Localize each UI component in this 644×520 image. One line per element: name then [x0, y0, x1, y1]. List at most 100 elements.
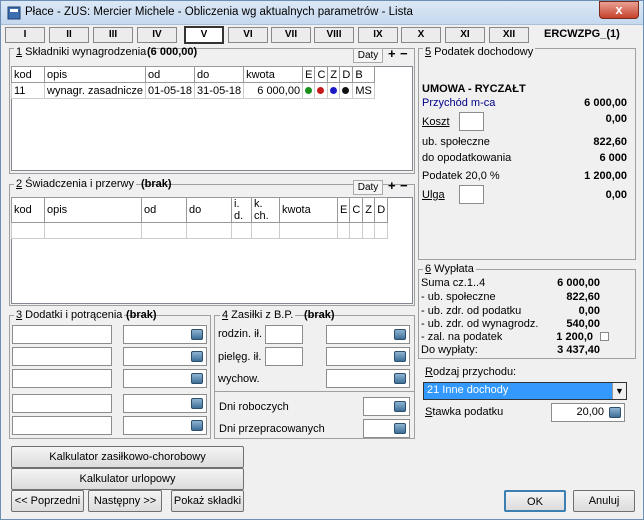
add-row-icon[interactable]: +: [388, 46, 396, 61]
potracenie-value-2[interactable]: [123, 416, 207, 435]
stawka-field[interactable]: 20,00: [551, 403, 625, 422]
daty-button-2[interactable]: Daty: [353, 180, 383, 195]
remove-row-icon[interactable]: −: [400, 46, 408, 61]
col-kod-2: kod: [11, 197, 45, 223]
table-row[interactable]: 11 wynagr. zasadnicze 01-05-18 31-05-18 …: [11, 82, 375, 99]
cell-kwota: 6 000,00: [243, 82, 304, 99]
col-kwota-2: kwota: [279, 197, 338, 223]
section-4-header: 4 Zasiłki z B.P.: [220, 309, 296, 321]
swiadczenia-table: kod opis od do i. d. k. ch. kwota E C Z …: [11, 197, 389, 239]
cancel-button[interactable]: Anuluj: [573, 490, 635, 512]
close-button[interactable]: x: [599, 1, 639, 19]
previous-button[interactable]: << Poprzedni: [11, 490, 84, 512]
col-b: B: [352, 66, 375, 83]
do-opodatkowania-value: 6 000: [599, 152, 627, 164]
pokaz-skladki-button[interactable]: Pokaż składki: [171, 490, 244, 512]
ok-button[interactable]: OK: [504, 490, 566, 512]
wychow-value[interactable]: [326, 369, 410, 388]
section-2-total: (brak): [141, 178, 172, 190]
tab-ii[interactable]: II: [49, 27, 89, 43]
ub-spol-label: - ub. społeczne: [421, 291, 496, 303]
rodzaj-przychodu-select[interactable]: 21 Inne dochody ▼: [423, 382, 627, 400]
dodatek-name-2[interactable]: [12, 347, 112, 366]
cell-c: [314, 82, 329, 99]
kalkulator-zasilkowy-button[interactable]: Kalkulator zasiłkowo-chorobowy: [11, 446, 244, 468]
do-wyplaty-label: Do wypłaty:: [421, 344, 478, 356]
pieleg-field[interactable]: [265, 347, 303, 366]
daty-button[interactable]: Daty: [353, 48, 383, 63]
zdr-podatku-label: - ub. zdr. od podatku: [421, 305, 522, 317]
koszt-label: Koszt: [422, 116, 450, 128]
cell-z: [327, 82, 341, 99]
remove-row-icon-2[interactable]: −: [400, 178, 408, 193]
cell-do: 31-05-18: [194, 82, 245, 99]
dni-przepracowanych-field[interactable]: [363, 419, 410, 438]
col-kwota: kwota: [243, 66, 304, 83]
dodatek-name-1[interactable]: [12, 325, 112, 344]
podatek-label: Podatek 20,0 %: [422, 170, 500, 182]
window: Płace - ZUS: Mercier Michele - Obliczeni…: [0, 0, 644, 520]
dodatek-value-1[interactable]: [123, 325, 207, 344]
tab-vii[interactable]: VII: [271, 27, 311, 43]
spoleczne-label: ub. społeczne: [422, 136, 490, 148]
pieleg-label: pielęg. ił.: [218, 351, 262, 363]
kalkulator-urlopowy-button[interactable]: Kalkulator urlopowy: [11, 468, 244, 490]
rodzin-field[interactable]: [265, 325, 303, 344]
calculator-icon[interactable]: [394, 401, 406, 412]
do-wyplaty-value: 3 437,40: [557, 344, 600, 356]
calculator-icon[interactable]: [394, 373, 406, 384]
calculator-icon[interactable]: [191, 420, 203, 431]
zdr-wynagrodz-value: 540,00: [566, 318, 600, 330]
wychow-label: wychow.: [218, 373, 260, 385]
tab-xii[interactable]: XII: [489, 27, 529, 43]
calculator-icon[interactable]: [394, 351, 406, 362]
stawka-value: 20,00: [576, 406, 604, 418]
tab-v[interactable]: V: [184, 26, 224, 44]
tab-ix[interactable]: IX: [358, 27, 398, 43]
rodzin-value[interactable]: [326, 325, 410, 344]
title-bar: Płace - ZUS: Mercier Michele - Obliczeni…: [1, 1, 643, 25]
calculator-icon[interactable]: [394, 329, 406, 340]
col-opis: opis: [44, 66, 146, 83]
chevron-down-icon[interactable]: ▼: [612, 383, 626, 399]
dni-roboczych-field[interactable]: [363, 397, 410, 416]
add-row-icon-2[interactable]: +: [388, 178, 396, 193]
col-e: E: [302, 66, 316, 83]
col-kod: kod: [11, 66, 45, 83]
umowa-label: UMOWA - RYCZAŁT: [422, 83, 526, 95]
dodatek-value-2[interactable]: [123, 347, 207, 366]
koszt-field[interactable]: [459, 112, 484, 131]
section-2-header: 2 Świadczenia i przerwy: [14, 178, 136, 190]
calculator-icon[interactable]: [394, 423, 406, 434]
col-d-2: D: [374, 197, 389, 223]
do-opodatkowania-label: do opodatkowania: [422, 152, 512, 164]
table-row-empty[interactable]: [11, 222, 389, 239]
col-z: Z: [327, 66, 341, 83]
calculator-icon[interactable]: [191, 398, 203, 409]
potracenie-value-1[interactable]: [123, 394, 207, 413]
tab-iii[interactable]: III: [93, 27, 133, 43]
tab-vi[interactable]: VI: [228, 27, 268, 43]
dodatek-value-3[interactable]: [123, 369, 207, 388]
calculator-icon[interactable]: [191, 351, 203, 362]
col-c-2: C: [349, 197, 364, 223]
ulga-field[interactable]: [459, 185, 484, 204]
section-6-header: 6 Wypłata: [423, 263, 476, 275]
potracenie-name-2[interactable]: [12, 416, 112, 435]
zal-checkbox[interactable]: [600, 332, 609, 341]
app-icon: [7, 6, 21, 20]
dodatek-name-3[interactable]: [12, 369, 112, 388]
calculator-icon[interactable]: [609, 407, 621, 418]
tab-x[interactable]: X: [401, 27, 441, 43]
tab-xi[interactable]: XI: [445, 27, 485, 43]
stawka-label: Stawka podatku: [425, 406, 504, 418]
next-button[interactable]: Następny >>: [88, 490, 162, 512]
calculator-icon[interactable]: [191, 373, 203, 384]
col-od: od: [144, 66, 196, 83]
tab-viii[interactable]: VIII: [314, 27, 354, 43]
tab-i[interactable]: I: [5, 27, 45, 43]
pieleg-value[interactable]: [326, 347, 410, 366]
calculator-icon[interactable]: [191, 329, 203, 340]
tab-iv[interactable]: IV: [137, 27, 177, 43]
potracenie-name-1[interactable]: [12, 394, 112, 413]
